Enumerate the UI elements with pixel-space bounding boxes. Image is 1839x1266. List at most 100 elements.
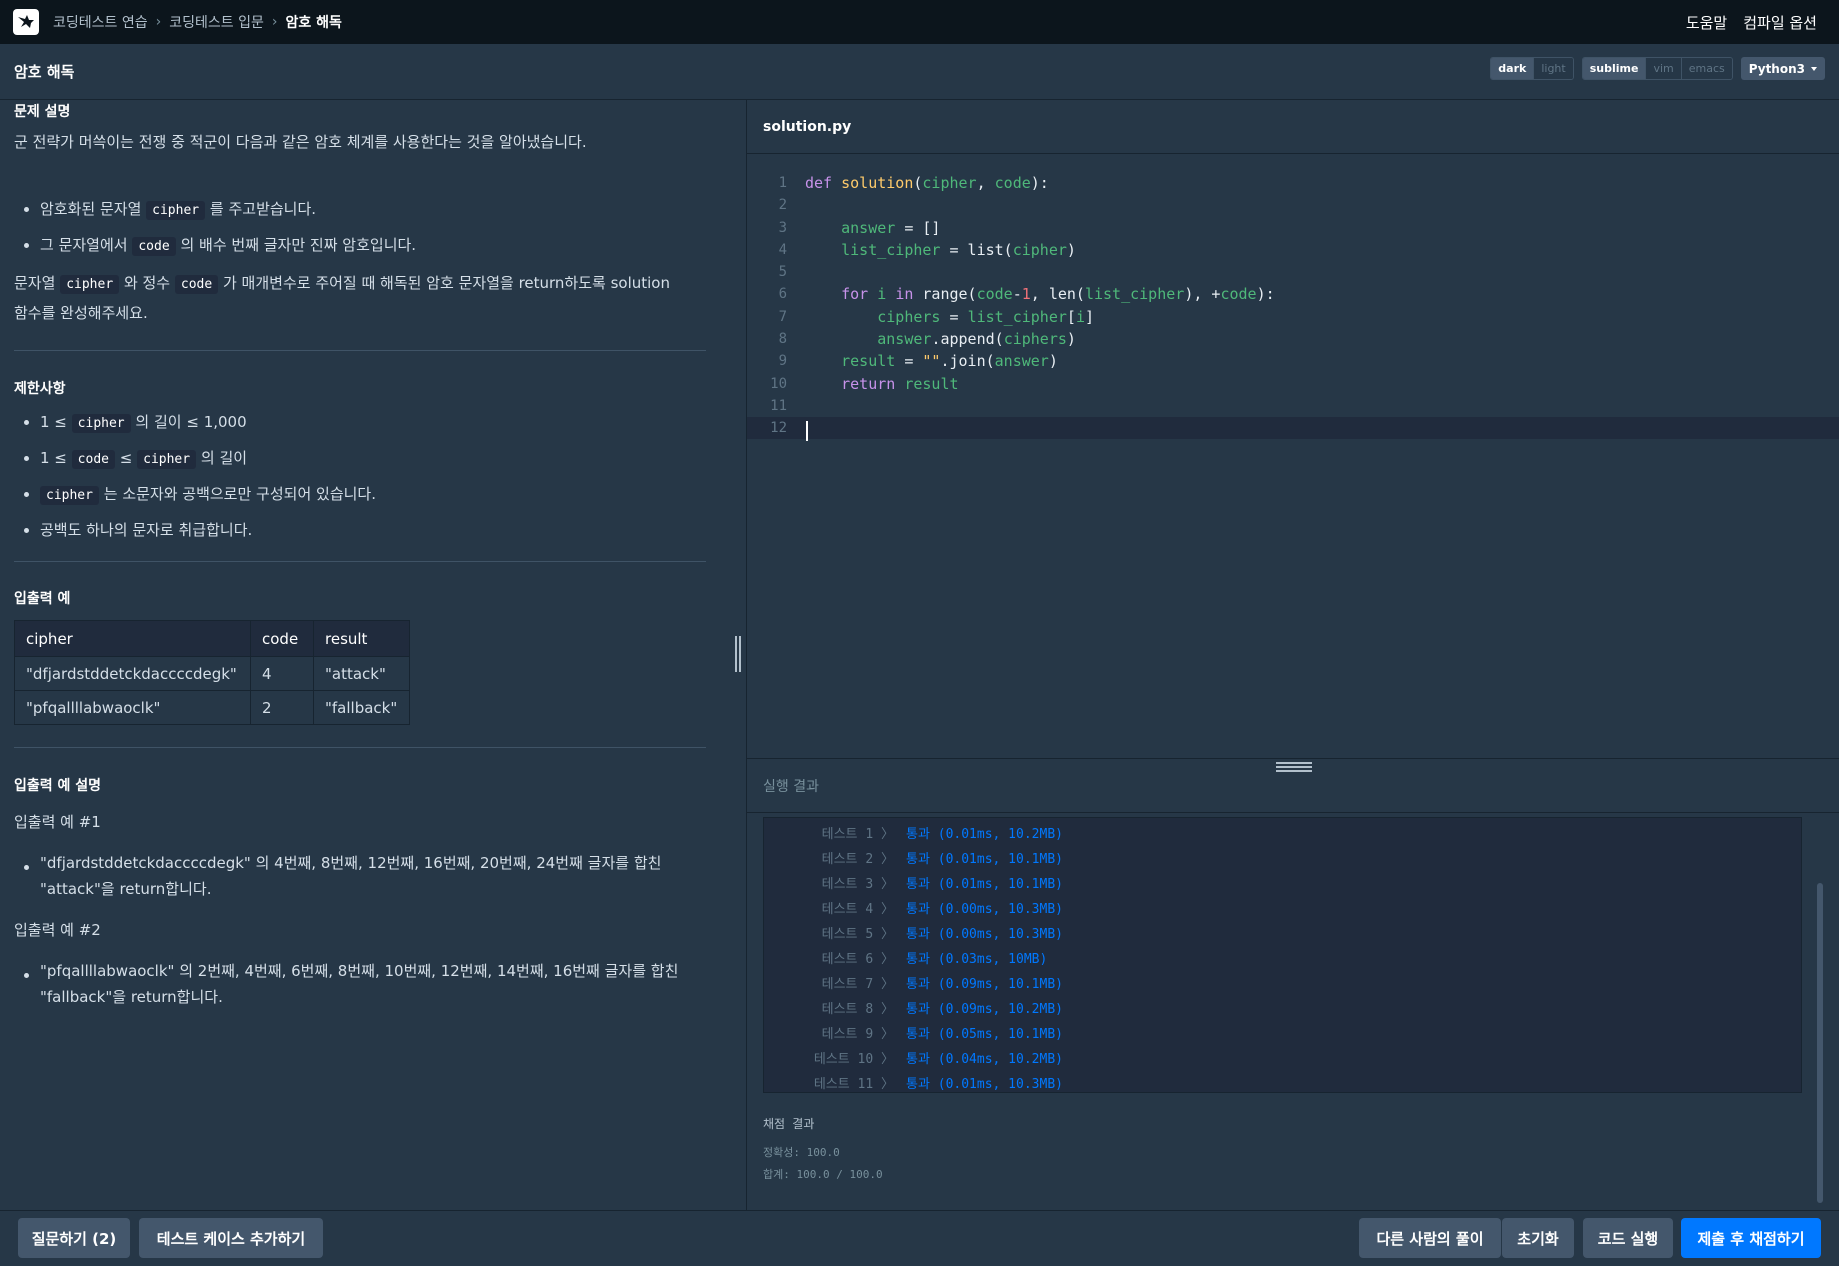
description-heading: 문제 설명 [14,104,71,120]
reset-button[interactable]: 초기화 [1502,1218,1574,1258]
list-item: 암호화된 문자열 cipher 를 주고받습니다. [0,192,416,228]
divider [14,350,706,351]
description-list: 암호화된 문자열 cipher 를 주고받습니다. 그 문자열에서 code 의… [14,192,430,264]
list-item: 1 ≤ code ≤ cipher 의 길이 [0,441,376,477]
test-result-row: 테스트 3 〉 통과 (0.01ms, 10.1MB) [821,877,1063,892]
top-navigation: 코딩테스트 연습 › 코딩테스트 입문 › 암호 해독 도움말 컴파일 옵션 [0,0,1839,44]
test-result-row: 테스트 11 〉 통과 (0.01ms, 10.3MB) [813,1077,1063,1092]
list-item: "pfqallllabwaoclk" 의 2번째, 4번째, 6번째, 8번째,… [0,958,678,1010]
divider [14,747,706,748]
resize-handle-icon[interactable] [733,636,743,672]
chevron-right-icon: › [271,14,278,30]
list-item: cipher 는 소문자와 공백으로만 구성되어 있습니다. [0,477,376,513]
other-solutions-button[interactable]: 다른 사람의 풀이 [1359,1218,1501,1258]
help-link[interactable]: 도움말 [1686,12,1727,33]
submit-button[interactable]: 제출 후 채점하기 [1681,1218,1821,1258]
results-header: 실행 결과 [747,759,1839,813]
theme-dark-button[interactable]: dark [1491,58,1534,79]
description-intro: 군 전략가 머쓱이는 전쟁 중 적군이 다음과 같은 암호 체계를 사용한다는 … [14,133,587,151]
example-2-title: 입출력 예 #2 [14,921,101,939]
chevron-right-icon: › [155,14,162,30]
code-line: 8 answer.append(ciphers) [778,330,1076,348]
column-header: cipher [14,620,251,657]
table-cell: "attack" [313,656,410,691]
example-1-list: "dfjardstddetckdaccccdegk" 의 4번째, 8번째, 1… [0,850,661,902]
text-cursor [806,421,808,441]
table-cell: 2 [250,690,314,725]
results-title: 실행 결과 [763,778,819,795]
title-bar: 암호 해독 dark light sublime vim emacs Pytho… [0,44,1839,100]
language-label: Python3 [1748,61,1805,76]
test-result-row: 테스트 8 〉 통과 (0.09ms, 10.2MB) [821,1002,1063,1017]
results-scrollbar[interactable] [1817,883,1823,1203]
page-title: 암호 해독 [14,63,75,81]
code-line: 7 ciphers = list_cipher[i] [778,308,1094,326]
caret-down-icon [1811,66,1817,71]
test-result-row: 테스트 1 〉 통과 (0.01ms, 10.2MB) [821,827,1063,842]
code-line-active: 12 [747,417,1839,439]
table-cell: "fallback" [313,690,410,725]
examples-table: cipher code result "dfjardstddetckdacccc… [14,620,410,725]
keymap-emacs-button[interactable]: emacs [1680,58,1732,79]
code-line: 10 return result [770,375,959,393]
file-name: solution.py [763,118,852,135]
code-editor[interactable]: 1 def solution(cipher, code): 2 3 answer … [747,155,1839,758]
keymap-toggle: sublime vim emacs [1581,57,1733,80]
divider [14,561,706,562]
grading-title: 채점 결과 [763,1117,815,1131]
total-score: 합계: 100.0 / 100.0 [763,1168,883,1181]
run-code-button[interactable]: 코드 실행 [1583,1218,1673,1258]
test-result-row: 테스트 6 〉 통과 (0.03ms, 10MB) [821,952,1048,967]
constraints-heading: 제한사항 [14,381,66,397]
list-item: 1 ≤ cipher 의 길이 ≤ 1,000 [0,405,376,441]
theme-toggle: dark light [1490,57,1574,80]
column-header: result [313,620,410,657]
list-item: 공백도 하나의 문자로 취급합니다. [0,513,376,547]
list-item: 그 문자열에서 code 의 배수 번째 글자만 진짜 암호입니다. [0,228,416,264]
language-select[interactable]: Python3 [1740,57,1825,80]
example-1-title: 입출력 예 #1 [14,813,101,831]
test-result-row: 테스트 2 〉 통과 (0.01ms, 10.1MB) [821,852,1063,867]
code-line: 6 for i in range(code-1, len(list_cipher… [778,285,1275,303]
breadcrumb-item[interactable]: 코딩테스트 연습 [53,12,148,32]
ask-question-button[interactable]: 질문하기 (2) [18,1218,130,1258]
table-cell: "dfjardstddetckdaccccdegk" [14,656,251,691]
accuracy-score: 정확성: 100.0 [763,1146,840,1159]
results-output: 테스트 1 〉 통과 (0.01ms, 10.2MB) 테스트 2 〉 통과 (0.… [763,817,1802,1093]
constraints-list: 1 ≤ cipher 의 길이 ≤ 1,000 1 ≤ code ≤ ciphe… [0,405,376,547]
breadcrumb-current: 암호 해독 [285,15,342,31]
table-cell: 4 [250,656,314,691]
test-result-row: 테스트 10 〉 통과 (0.04ms, 10.2MB) [813,1052,1063,1067]
programmers-logo-icon[interactable] [13,9,39,35]
table-row: "pfqallllabwaoclk" 2 "fallback" [14,690,410,725]
test-result-row: 테스트 5 〉 통과 (0.00ms, 10.3MB) [821,927,1063,942]
table-row: "dfjardstddetckdaccccdegk" 4 "attack" [14,656,410,691]
keymap-sublime-button[interactable]: sublime [1582,58,1646,79]
code-line: 1 def solution(cipher, code): [778,174,1049,192]
theme-light-button[interactable]: light [1533,58,1573,79]
problem-panel: 문제 설명 군 전략가 머쓱이는 전쟁 중 적군이 다음과 같은 암호 체계를 … [0,100,746,1210]
table-cell: "pfqallllabwaoclk" [14,690,251,725]
test-result-row: 테스트 7 〉 통과 (0.09ms, 10.1MB) [821,977,1063,992]
test-result-row: 테스트 9 〉 통과 (0.05ms, 10.1MB) [821,1027,1063,1042]
test-result-row: 테스트 4 〉 통과 (0.00ms, 10.3MB) [821,902,1063,917]
code-line: 4 list_cipher = list(cipher) [778,241,1076,259]
compile-options-link[interactable]: 컴파일 옵션 [1743,12,1817,33]
examples-heading: 입출력 예 [14,591,71,607]
example-2-list: "pfqallllabwaoclk" 의 2번째, 4번째, 6번째, 8번째,… [0,958,678,1010]
table-header-row: cipher code result [14,620,410,657]
keymap-vim-button[interactable]: vim [1645,58,1681,79]
code-line: 2 [778,197,787,213]
list-item: "dfjardstddetckdaccccdegk" 의 4번째, 8번째, 1… [0,850,661,902]
explanation-heading: 입출력 예 설명 [14,778,102,794]
bottom-action-bar: 질문하기 (2) 테스트 케이스 추가하기 다른 사람의 풀이 초기화 코드 실… [0,1210,1839,1266]
task-statement: 문자열 cipher 와 정수 code 가 매개변수로 주어질 때 해독된 암… [14,274,670,322]
code-line: 11 [770,398,787,414]
editor-header: solution.py [747,100,1839,154]
column-header: code [250,620,314,657]
breadcrumb-item[interactable]: 코딩테스트 입문 [169,12,264,32]
grading-summary: 채점 결과 정확성: 100.0 합계: 100.0 / 100.0 [763,1115,883,1186]
add-testcase-button[interactable]: 테스트 케이스 추가하기 [139,1218,323,1258]
code-line: 5 [778,264,787,280]
breadcrumb: 코딩테스트 연습 › 코딩테스트 입문 › 암호 해독 [53,12,342,32]
